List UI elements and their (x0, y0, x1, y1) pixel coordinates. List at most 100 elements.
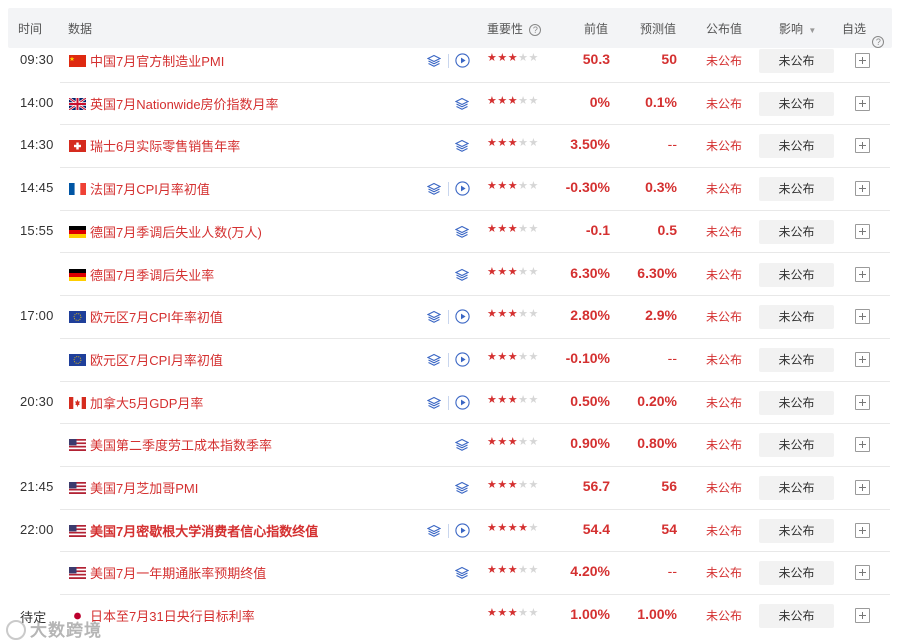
table-row[interactable]: 22:00 美国7月密歇根大学消费者信心指数终值 ★★★★★ 54.4 54 未公布 未公布 (8, 510, 892, 553)
add-to-watchlist-button[interactable] (855, 266, 870, 282)
previous-value: 50.3 (582, 51, 610, 67)
table-row[interactable]: 欧元区7月CPI月率初值 ★★★★★ -0.10% -- 未公布 未公布 (8, 339, 892, 382)
play-icon[interactable] (455, 53, 470, 68)
table-row[interactable]: 待定 日本至7月31日央行目标利率 ★★★★★ 1.00% 1.00% 未公布 未公布 (8, 595, 892, 638)
sort-down-icon[interactable]: ▼ (808, 26, 816, 35)
impact-button[interactable]: 未公布 (759, 518, 834, 543)
forecast-value: 0.5 (657, 221, 677, 238)
layers-icon[interactable] (426, 353, 442, 367)
star-empty-icon: ★ (518, 436, 529, 449)
table-row[interactable]: 美国第二季度劳工成本指数季率 ★★★★★ 0.90% 0.80% 未公布 未公布 (8, 424, 892, 467)
play-icon[interactable] (455, 181, 470, 196)
layers-icon[interactable] (454, 268, 470, 282)
table-row[interactable]: 20:30 加拿大5月GDP月率 ★★★★★ 0.50% 0.20% 未公布 未公布 (8, 382, 892, 425)
add-to-watchlist-button[interactable] (855, 565, 870, 581)
impact-button[interactable]: 未公布 (759, 219, 834, 244)
add-to-watchlist-button[interactable] (855, 53, 870, 68)
table-row[interactable]: 德国7月季调后失业率 ★★★★★ 6.30% 6.30% 未公布 未公布 (8, 254, 892, 297)
table-row[interactable]: 14:45 法国7月CPI月率初值 ★★★★★ -0.30% 0.3% 未公布 未公布 (8, 168, 892, 211)
event-name-link[interactable]: 中国7月官方制造业PMI (90, 51, 224, 70)
layers-icon[interactable] (454, 97, 470, 111)
event-name-link[interactable]: 瑞士6月实际零售销售年率 (90, 136, 240, 155)
col-importance-header[interactable]: 重要性 ? (487, 20, 542, 37)
table-row[interactable]: 15:55 德国7月季调后失业人数(万人) ★★★★★ -0.1 0.5 未公布 未公布 (8, 211, 892, 254)
add-to-watchlist-button[interactable] (855, 608, 870, 624)
table-row[interactable]: 21:45 美国7月芝加哥PMI ★★★★★ 56.7 56 未公布 未公布 (8, 467, 892, 510)
table-row[interactable]: 09:30 中国7月官方制造业PMI ★★★★★ 50.3 50 未公布 未公布 (8, 40, 892, 83)
importance-stars: ★★★★★ (487, 265, 539, 278)
table-row[interactable]: 美国7月一年期通胀率预期终值 ★★★★★ 4.20% -- 未公布 未公布 (8, 552, 892, 596)
layers-icon[interactable] (454, 438, 470, 452)
event-name-link[interactable]: 法国7月CPI月率初值 (90, 179, 210, 198)
event-name-link[interactable]: 美国7月密歇根大学消费者信心指数终值 (90, 521, 318, 540)
col-previous-header: 前值 (584, 22, 609, 36)
add-to-watchlist-button[interactable] (855, 394, 870, 410)
add-to-watchlist-button[interactable] (855, 309, 870, 325)
event-name-link[interactable]: 美国第二季度劳工成本指数季率 (90, 435, 272, 454)
play-icon[interactable] (455, 394, 470, 410)
help-icon[interactable]: ? (529, 24, 542, 36)
forecast-value: 0.20% (637, 392, 677, 409)
add-to-watchlist-button[interactable] (855, 351, 870, 367)
impact-button[interactable]: 未公布 (759, 262, 834, 287)
icon-divider (448, 182, 449, 197)
add-to-watchlist-button[interactable] (855, 522, 870, 538)
col-watchlist-header[interactable]: 自选 ? (842, 20, 885, 48)
event-time: 09:30 (20, 52, 54, 67)
add-to-watchlist-button[interactable] (855, 95, 870, 111)
play-icon[interactable] (455, 523, 470, 538)
impact-button[interactable]: 未公布 (759, 91, 834, 116)
event-name-link[interactable]: 美国7月一年期通胀率预期终值 (90, 563, 266, 582)
layers-icon[interactable] (426, 54, 442, 68)
add-to-watchlist-button[interactable] (855, 480, 870, 495)
layers-icon[interactable] (454, 139, 470, 153)
add-to-watchlist-button[interactable] (855, 181, 870, 197)
event-name-link[interactable]: 德国7月季调后失业率 (90, 265, 214, 284)
table-row[interactable]: 14:00 英国7月Nationwide房价指数月率 ★★★★★ 0% 0.1% 未公布未… (8, 83, 892, 126)
layers-icon[interactable] (454, 225, 470, 239)
star-filled-icon: ★ (487, 52, 498, 64)
layers-icon[interactable] (454, 481, 470, 495)
event-name-link[interactable]: 欧元区7月CPI年率初值 (90, 307, 223, 326)
actual-value: 未公布 (706, 267, 743, 282)
layers-icon[interactable] (426, 310, 442, 324)
watermark-circle-icon (6, 620, 26, 640)
star-filled-icon: ★ (518, 521, 529, 534)
add-to-watchlist-button[interactable] (855, 138, 870, 154)
event-name-link[interactable]: 欧元区7月CPI月率初值 (90, 350, 223, 369)
impact-button[interactable]: 未公布 (759, 561, 834, 586)
impact-button[interactable]: 未公布 (759, 49, 834, 73)
play-icon[interactable] (455, 309, 470, 324)
event-name-link[interactable]: 日本至7月31日央行目标利率 (90, 606, 255, 625)
star-filled-icon: ★ (497, 308, 508, 321)
impact-button[interactable]: 未公布 (759, 476, 834, 500)
impact-button[interactable]: 未公布 (759, 134, 834, 159)
switzerland-flag-icon (69, 140, 86, 153)
table-row[interactable]: 14:30 瑞士6月实际零售销售年率 ★★★★★ 3.50% -- 未公布 未公布 (8, 125, 892, 169)
impact-button[interactable]: 未公布 (759, 433, 834, 458)
event-name-link[interactable]: 德国7月季调后失业人数(万人) (90, 222, 262, 241)
star-empty-icon: ★ (528, 308, 539, 321)
layers-icon[interactable] (454, 566, 470, 580)
impact-button[interactable]: 未公布 (759, 305, 834, 330)
star-filled-icon: ★ (487, 564, 498, 577)
event-name-link[interactable]: 加拿大5月GDP月率 (90, 393, 203, 412)
previous-value: -0.10% (565, 349, 610, 366)
col-impact-header[interactable]: 影响 ▼ (779, 20, 816, 37)
layers-icon[interactable] (426, 524, 442, 538)
impact-button[interactable]: 未公布 (759, 347, 834, 372)
table-row[interactable]: 17:00 欧元区7月CPI年率初值 ★★★★★ 2.80% 2.9% 未公布 未公布 (8, 296, 892, 339)
play-icon[interactable] (455, 352, 470, 367)
impact-button[interactable]: 未公布 (759, 390, 834, 415)
event-name-link[interactable]: 美国7月芝加哥PMI (90, 478, 198, 497)
impact-button[interactable]: 未公布 (759, 177, 834, 202)
actual-value: 未公布 (706, 182, 743, 197)
layers-icon[interactable] (426, 182, 442, 196)
star-empty-icon: ★ (518, 564, 529, 577)
add-to-watchlist-button[interactable] (855, 437, 870, 453)
layers-icon[interactable] (426, 396, 442, 410)
event-name-link[interactable]: 英国7月Nationwide房价指数月率 (90, 94, 279, 113)
actual-value: 未公布 (706, 609, 743, 624)
add-to-watchlist-button[interactable] (855, 223, 870, 239)
impact-button[interactable]: 未公布 (759, 604, 834, 629)
